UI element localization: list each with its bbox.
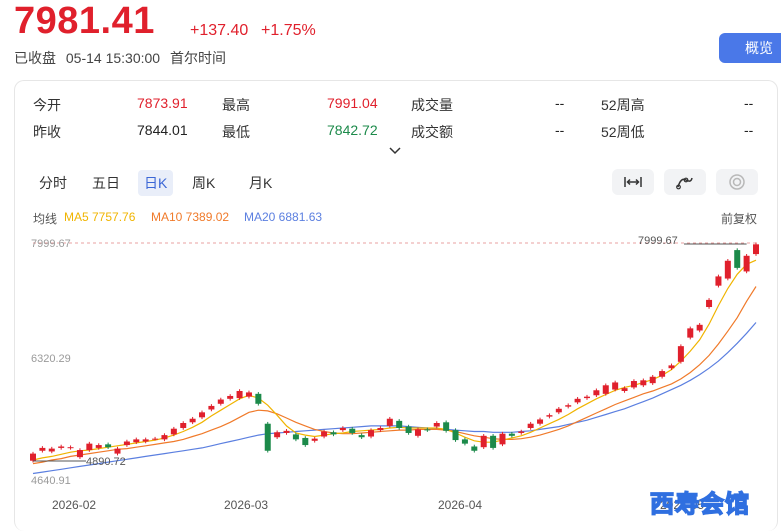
- candle-body: [349, 428, 356, 433]
- candle-body: [217, 399, 224, 404]
- candle-body: [565, 405, 572, 407]
- y-tick-label: 7999.67: [31, 238, 71, 250]
- candle-body: [490, 435, 497, 448]
- candle-body: [471, 446, 478, 451]
- candle-body: [255, 393, 262, 404]
- candle-body: [368, 430, 375, 437]
- candle-body: [199, 412, 206, 418]
- candle-body: [537, 419, 544, 424]
- ma20-line: [32, 322, 757, 475]
- y-tick-label: 6320.29: [31, 353, 71, 365]
- candle-body: [734, 250, 741, 268]
- x-tick-label: 2026-04: [438, 498, 483, 512]
- candle-body: [659, 371, 666, 377]
- candle-body: [264, 423, 271, 451]
- candle-body: [640, 380, 647, 386]
- candle-body: [621, 388, 628, 391]
- candle-body: [677, 346, 684, 362]
- x-tick-label: 2026-02: [52, 498, 97, 512]
- candle-body: [583, 396, 590, 399]
- candle-body: [386, 418, 393, 426]
- candle-body: [396, 420, 403, 428]
- candle-body: [602, 385, 609, 394]
- candle-body: [152, 438, 159, 440]
- min-price-marker: 4890.72: [86, 456, 126, 468]
- candle-body: [358, 435, 365, 438]
- candle-body: [180, 423, 187, 428]
- candle-body: [715, 276, 722, 286]
- candle-body: [424, 429, 431, 431]
- candle-body: [283, 430, 290, 433]
- candle-body: [452, 430, 459, 441]
- candle-body: [499, 433, 506, 445]
- candle-body: [302, 437, 309, 446]
- candle-body: [236, 390, 243, 399]
- candle-body: [274, 432, 281, 438]
- candle-body: [480, 435, 487, 448]
- candle-body: [339, 427, 346, 431]
- candle-body: [687, 328, 694, 338]
- candle-body: [76, 450, 83, 458]
- candle-body: [133, 439, 140, 443]
- candle-body: [527, 423, 534, 428]
- candle-body: [105, 444, 112, 448]
- candle-body: [753, 244, 759, 255]
- candle-body: [668, 365, 675, 369]
- candle-body: [330, 432, 337, 435]
- candle-body: [245, 392, 252, 397]
- candle-body: [630, 381, 637, 388]
- candle-body: [161, 435, 168, 440]
- candle-body: [95, 445, 102, 448]
- candle-body: [227, 395, 234, 399]
- candle-body: [433, 423, 440, 427]
- watermark-logo: 西寿会馆: [649, 490, 750, 519]
- candle-body: [743, 255, 750, 272]
- candle-body: [405, 426, 412, 433]
- candle-body: [58, 446, 65, 448]
- candle-body: [461, 439, 468, 444]
- candlestick-chart[interactable]: [0, 0, 781, 519]
- candle-body: [292, 434, 299, 440]
- candle-body: [123, 441, 130, 446]
- candle-body: [170, 428, 177, 435]
- candle-body: [612, 382, 619, 390]
- candle-body: [208, 405, 215, 410]
- candle-body: [649, 376, 656, 384]
- candle-body: [593, 390, 600, 396]
- candle-body: [696, 324, 703, 331]
- candle-body: [508, 433, 515, 436]
- candle-body: [48, 448, 55, 452]
- candle-body: [377, 427, 384, 431]
- max-price-marker: 7999.67: [638, 235, 678, 247]
- candle-body: [67, 447, 74, 449]
- candle-body: [724, 260, 731, 279]
- candle-body: [142, 439, 149, 442]
- candle-body: [321, 431, 328, 437]
- candle-body: [414, 429, 421, 436]
- candle-body: [39, 447, 46, 451]
- candle-body: [555, 408, 562, 413]
- candle-body: [443, 422, 450, 431]
- candle-body: [30, 453, 36, 461]
- candle-body: [518, 431, 525, 433]
- y-tick-label: 4640.91: [31, 475, 71, 487]
- candle-body: [311, 438, 318, 441]
- candle-body: [574, 398, 581, 403]
- candle-body: [546, 415, 553, 417]
- x-tick-label: 2026-03: [224, 498, 269, 512]
- candle-body: [114, 448, 121, 454]
- candle-body: [86, 443, 93, 451]
- candle-body: [706, 299, 713, 308]
- candle-body: [189, 418, 196, 423]
- ma10-line: [32, 286, 757, 465]
